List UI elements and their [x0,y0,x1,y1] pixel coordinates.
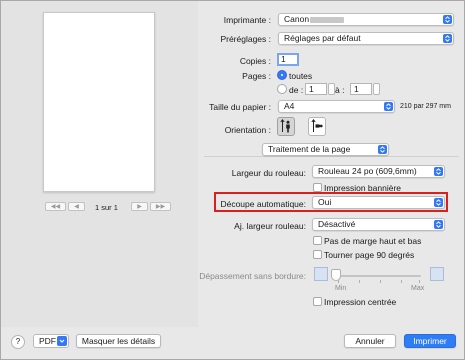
auto-cut-value: Oui [318,197,332,207]
chevron-updown-icon [434,220,443,229]
overflow-max-icon [430,267,444,281]
pages-range-radio[interactable] [277,84,287,94]
page-preview [43,12,155,192]
chevron-down-icon [57,336,67,346]
rotate-label: Tourner page 90 degrés [324,250,415,260]
fit-roll-label: Aj. largeur rouleau: [234,221,306,231]
page-indicator: 1 sur 1 [95,203,118,212]
hide-details-button[interactable]: Masquer les détails [76,334,161,348]
printer-label: Imprimante : [223,15,271,25]
printer-value: Canon [284,14,310,24]
chevron-updown-icon [434,167,443,176]
preview-panel: ◀◀ ◀ 1 sur 1 ▶ ▶▶ [1,1,198,327]
pages-from-label: de : [289,85,304,95]
paper-size-select[interactable]: A4 [278,100,395,113]
chevron-updown-icon [378,145,387,154]
cancel-button[interactable]: Annuler [344,334,396,348]
overflow-slider-knob[interactable] [331,269,341,281]
pages-from-stepper[interactable] [328,83,335,95]
print-button[interactable]: Imprimer [404,334,456,348]
next-page-button[interactable]: ▶ [131,202,148,211]
chevron-updown-icon [384,102,393,111]
presets-value: Réglages par défaut [284,33,361,43]
pages-from-field[interactable]: 1 [305,83,327,95]
overflow-min-label: Min [335,285,347,292]
paper-dimensions: 210 par 297 mm [400,103,451,110]
printer-model-redacted [310,17,344,23]
paper-size-label: Taille du papier : [209,102,271,112]
pages-all-radio[interactable] [277,70,287,80]
pdf-label: PDF [39,336,56,346]
no-margin-label: Pas de marge haut et bas [324,236,422,246]
auto-cut-label: Découpe automatique: [220,199,306,209]
help-button[interactable]: ? [11,335,25,349]
slider-tick [359,280,360,283]
overflow-label: Dépassement sans bordure: [199,271,306,281]
orientation-label: Orientation : [224,125,271,135]
overflow-min-icon [314,267,328,281]
pages-label: Pages : [242,71,271,81]
roll-width-label: Largeur du rouleau: [231,168,306,178]
pages-to-field[interactable]: 1 [350,83,372,95]
section-select[interactable]: Traitement de la page [262,143,389,156]
landscape-icon [311,118,323,132]
portrait-icon [280,118,290,133]
overflow-slider-track [335,275,421,277]
pdf-menu-button[interactable]: PDF [33,334,69,348]
fit-roll-value: Désactivé [318,219,356,229]
roll-width-select[interactable]: Rouleau 24 po (609,6mm) [312,165,445,178]
section-separator [204,156,459,157]
center-label: Impression centrée [324,297,397,307]
banner-checkbox[interactable] [313,183,322,192]
slider-tick [401,280,402,283]
rotate-checkbox[interactable] [313,250,322,259]
fit-roll-select[interactable]: Désactivé [312,218,445,231]
pages-to-label: à : [335,85,345,95]
slider-tick [380,280,381,283]
slider-tick [419,280,420,283]
last-page-button[interactable]: ▶▶ [150,202,171,211]
copies-label: Copies : [239,56,271,66]
pages-to-stepper[interactable] [373,83,380,95]
roll-width-value: Rouleau 24 po (609,6mm) [318,166,417,176]
no-margin-checkbox[interactable] [313,236,322,245]
center-checkbox[interactable] [313,297,322,306]
pages-all-label: toutes [289,71,313,81]
previous-page-button[interactable]: ◀ [68,202,85,211]
chevron-updown-icon [443,34,452,43]
presets-select[interactable]: Réglages par défaut [278,32,454,45]
first-page-button[interactable]: ◀◀ [45,202,66,211]
auto-cut-select[interactable]: Oui [312,196,445,209]
chevron-updown-icon [434,198,443,207]
section-value: Traitement de la page [268,144,351,154]
presets-label: Préréglages : [220,34,271,44]
printer-select[interactable]: Canon [278,13,454,26]
copies-field[interactable]: 1 [277,53,299,66]
overflow-max-label: Max [411,285,425,292]
orientation-portrait-button[interactable] [277,117,295,136]
orientation-landscape-button[interactable] [308,117,326,136]
paper-size-value: A4 [284,101,295,111]
chevron-updown-icon [443,15,452,24]
